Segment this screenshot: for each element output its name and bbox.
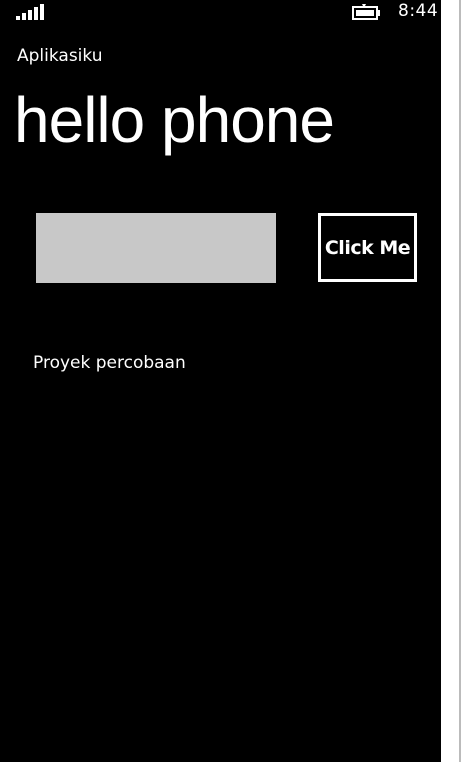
phone-screen: 8:44 Aplikasiku hello phone Click Me Pro… [0, 0, 441, 762]
frame-border-bottom [0, 762, 461, 772]
cropped-edge-strip [441, 0, 461, 380]
signal-strength-icon [16, 4, 46, 20]
status-clock: 8:44 [398, 1, 439, 21]
click-me-button[interactable]: Click Me [318, 213, 417, 282]
status-bar: 8:44 [0, 0, 441, 24]
text-input[interactable] [36, 213, 276, 283]
app-title: Aplikasiku [17, 46, 103, 66]
battery-icon [352, 4, 382, 20]
project-label: Proyek percobaan [33, 353, 186, 373]
page-title: hello phone [14, 84, 335, 156]
